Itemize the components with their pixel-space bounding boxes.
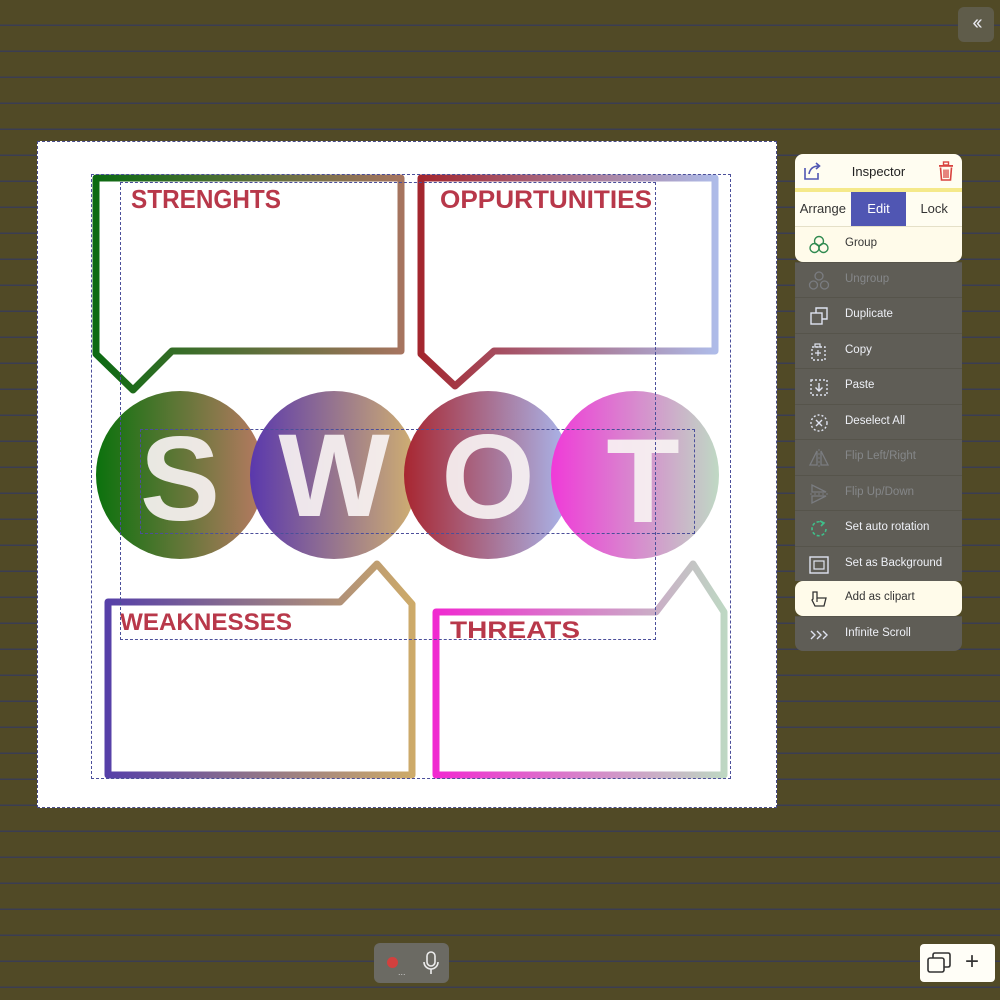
- menu-label-flip-left-right: Flip Left/Right: [845, 450, 916, 462]
- menu-item-add-as-clipart[interactable]: Add as clipart: [795, 581, 962, 616]
- menu-label-infinite-scroll: Infinite Scroll: [845, 626, 911, 639]
- menu-item-flip-left-right: Flip Left/Right: [795, 439, 962, 475]
- menu-label-paste: Paste: [845, 379, 875, 391]
- infinite-scroll-icon: [810, 630, 828, 639]
- add-page-icon[interactable]: +: [965, 949, 979, 975]
- menu-item-set-auto-rotation[interactable]: Set auto rotation: [795, 510, 962, 546]
- paste-icon: [810, 379, 828, 396]
- duplicate-icon: [810, 307, 828, 325]
- menu-label-flip-up-down: Flip Up/Down: [845, 485, 915, 498]
- rotation-icon: [811, 520, 827, 537]
- flip-vertical-icon: [810, 483, 828, 504]
- menu-item-ungroup: Ungroup: [795, 261, 962, 297]
- inspector-panel: Inspector Arrange Edit Lock Group Ungrou…: [795, 154, 962, 651]
- menu-label-set-auto-rotation: Set auto rotation: [845, 521, 930, 533]
- menu-item-copy[interactable]: Copy: [795, 332, 962, 368]
- tab-lock[interactable]: Lock: [906, 192, 962, 226]
- pages-icon[interactable]: [926, 951, 952, 975]
- menu-label-duplicate: Duplicate: [845, 308, 893, 320]
- recorder-more[interactable]: ...: [398, 967, 406, 977]
- collapse-panel-button[interactable]: ‹‹: [958, 7, 994, 42]
- menu-label-deselect-all: Deselect All: [845, 414, 906, 427]
- flip-horizontal-icon: [808, 449, 830, 467]
- menu-label-add-as-clipart: Add as clipart: [845, 591, 915, 603]
- audio-recorder-bar: ...: [374, 943, 449, 983]
- record-button[interactable]: [387, 957, 398, 968]
- menu-label-copy: Copy: [845, 343, 872, 356]
- page-controls: +: [920, 944, 995, 982]
- copy-icon: [811, 342, 826, 361]
- menu-label-ungroup: Ungroup: [845, 272, 890, 285]
- menu-item-infinite-scroll[interactable]: Infinite Scroll: [795, 615, 962, 651]
- menu-item-deselect-all[interactable]: Deselect All: [795, 403, 962, 439]
- microphone-icon[interactable]: [420, 950, 442, 976]
- ungroup-icon: [808, 270, 830, 290]
- menu-label-group: Group: [845, 237, 877, 249]
- menu-item-paste[interactable]: Paste: [795, 368, 962, 404]
- selection-box-upper: [120, 182, 656, 640]
- tab-arrange[interactable]: Arrange: [795, 192, 851, 226]
- tab-edit[interactable]: Edit: [850, 192, 907, 226]
- inspector-tabs: Arrange Edit Lock: [795, 192, 962, 227]
- menu-item-set-as-background[interactable]: Set as Background: [795, 545, 962, 581]
- menu-item-group[interactable]: Group: [795, 227, 962, 262]
- menu-item-duplicate[interactable]: Duplicate: [795, 297, 962, 333]
- inspector-header: Inspector: [795, 154, 962, 192]
- group-icon: [809, 235, 829, 254]
- trash-icon[interactable]: [936, 160, 956, 182]
- selection-box-letters: [140, 429, 695, 534]
- drawing-canvas[interactable]: S W O T STRENGHTS OPPURTUNITIES WEAKNESS…: [37, 141, 777, 808]
- menu-label-set-as-background: Set as Background: [845, 556, 943, 569]
- background-icon: [809, 555, 829, 574]
- menu-item-flip-up-down: Flip Up/Down: [795, 474, 962, 510]
- deselect-icon: [810, 413, 828, 432]
- clipart-icon: [811, 591, 827, 607]
